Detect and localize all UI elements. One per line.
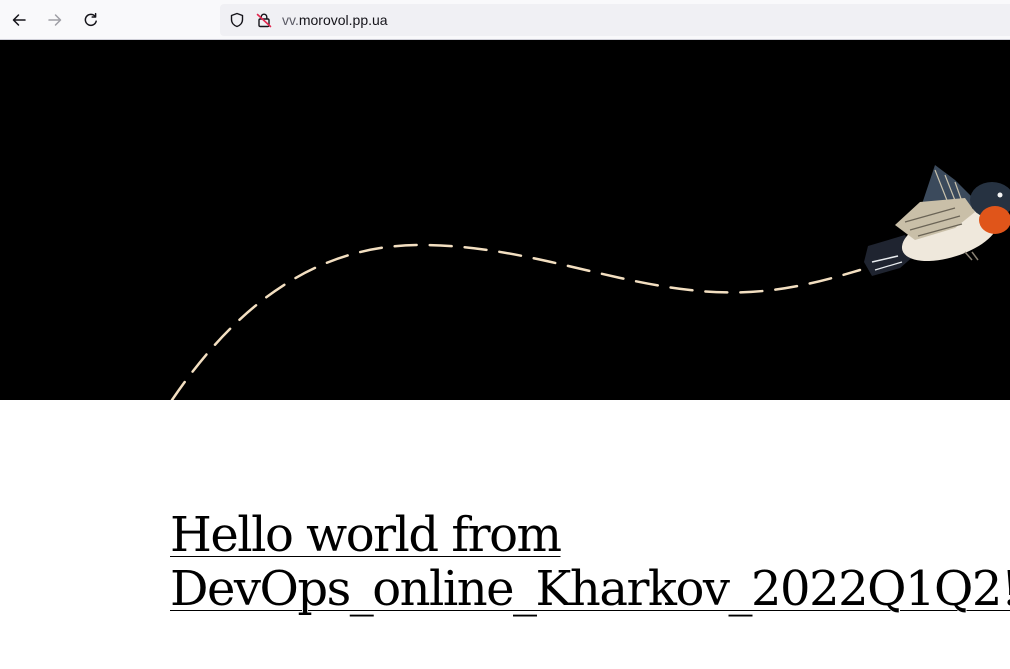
url-bar[interactable]: vv.morovol.pp.ua — [220, 4, 1010, 36]
shield-icon[interactable] — [228, 11, 246, 29]
post-title-link[interactable]: Hello world from DevOps_online_Kharkov_2… — [170, 508, 1010, 616]
reload-icon — [83, 12, 99, 28]
back-button[interactable] — [5, 6, 33, 34]
browser-toolbar: vv.morovol.pp.ua — [0, 0, 1010, 40]
hero-banner — [0, 40, 1010, 400]
arrow-right-icon — [47, 12, 63, 28]
arrow-left-icon — [11, 12, 27, 28]
forward-button[interactable] — [41, 6, 69, 34]
reload-button[interactable] — [77, 6, 105, 34]
url-subdomain: vv. — [282, 12, 299, 28]
post-content: Hello world from DevOps_online_Kharkov_2… — [170, 508, 1010, 616]
url-text[interactable]: vv.morovol.pp.ua — [282, 12, 388, 28]
url-domain: morovol.pp.ua — [298, 12, 388, 28]
insecure-lock-icon[interactable] — [255, 11, 273, 29]
bird-icon — [864, 165, 1010, 276]
flight-trail — [170, 243, 862, 400]
hero-illustration — [170, 165, 1010, 400]
